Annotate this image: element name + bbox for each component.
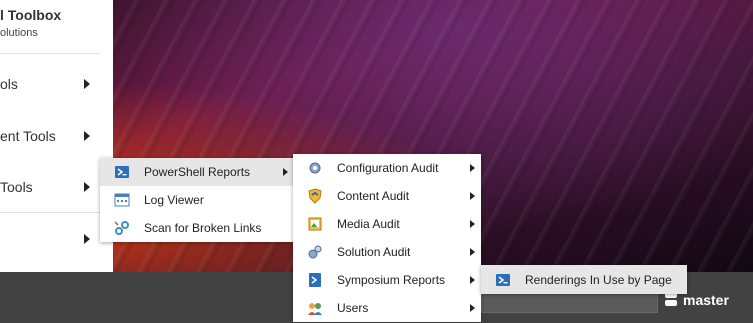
powershell-icon (114, 164, 130, 180)
menu-item-solution-audit[interactable]: Solution Audit (293, 238, 481, 266)
menu-item-scan-broken-links[interactable]: Scan for Broken Links (100, 214, 294, 242)
menu-item-configuration-audit[interactable]: Configuration Audit (293, 154, 481, 182)
media-icon (307, 216, 323, 232)
panel-title: l Toolbox (0, 7, 62, 23)
menu-item-label: Configuration Audit (337, 161, 439, 175)
chevron-right-icon (470, 276, 475, 284)
powershell-icon (307, 272, 323, 288)
menu-item-media-audit[interactable]: Media Audit (293, 210, 481, 238)
broken-links-icon (114, 220, 130, 236)
chevron-right-icon (470, 248, 475, 256)
symposium-reports-menu: Renderings In Use by Page (481, 265, 687, 294)
menu-item-label: Scan for Broken Links (144, 221, 262, 235)
panel-item-powershell-tools[interactable]: Tools (0, 172, 100, 202)
panel-item-more[interactable] (0, 224, 100, 254)
chevron-right-icon (470, 220, 475, 228)
chevron-right-icon (84, 182, 90, 192)
powershell-reports-menu: Configuration Audit Content Audit Media … (293, 154, 481, 322)
menu-item-label: Content Audit (337, 189, 410, 203)
panel-item-tools[interactable]: ols (0, 69, 100, 99)
panel-item-label: ols (0, 76, 18, 92)
chevron-right-icon (84, 234, 90, 244)
chevron-right-icon (470, 164, 475, 172)
chevron-right-icon (283, 168, 288, 176)
menu-item-content-audit[interactable]: Content Audit (293, 182, 481, 210)
database-icon (665, 292, 677, 308)
menu-item-label: Renderings In Use by Page (525, 272, 672, 287)
users-icon (307, 300, 323, 316)
solution-gears-icon (307, 244, 323, 260)
start-panel: l Toolbox olutions ols ent Tools Tools (0, 0, 113, 272)
panel-item-label: Tools (0, 179, 33, 195)
database-name: master (683, 292, 729, 308)
panel-subtitle: olutions (0, 27, 38, 39)
chevron-right-icon (470, 304, 475, 312)
menu-item-renderings-in-use-by-page[interactable]: Renderings In Use by Page (481, 265, 687, 294)
chevron-right-icon (84, 131, 90, 141)
chevron-right-icon (84, 79, 90, 89)
menu-item-label: Log Viewer (144, 193, 204, 207)
menu-item-users[interactable]: Users (293, 294, 481, 322)
menu-item-symposium-reports[interactable]: Symposium Reports (293, 266, 481, 294)
menu-item-label: Users (337, 301, 369, 315)
chevron-right-icon (470, 192, 475, 200)
menu-item-label: PowerShell Reports (144, 165, 251, 179)
panel-divider (0, 212, 100, 213)
panel-divider (0, 53, 100, 54)
menu-item-label: Media Audit (337, 217, 400, 231)
menu-item-log-viewer[interactable]: Log Viewer (100, 186, 294, 214)
menu-item-label: Solution Audit (337, 245, 411, 259)
powershell-icon (495, 272, 511, 288)
menu-item-powershell-reports[interactable]: PowerShell Reports (100, 158, 294, 186)
menu-item-label: Symposium Reports (337, 273, 446, 287)
powershell-toolbox-menu: PowerShell Reports Log Viewer Scan for B… (100, 158, 294, 242)
gear-icon (307, 160, 323, 176)
panel-item-content-tools[interactable]: ent Tools (0, 121, 100, 151)
log-viewer-icon (114, 192, 130, 208)
shield-icon (307, 188, 323, 204)
panel-item-label: ent Tools (0, 128, 56, 144)
